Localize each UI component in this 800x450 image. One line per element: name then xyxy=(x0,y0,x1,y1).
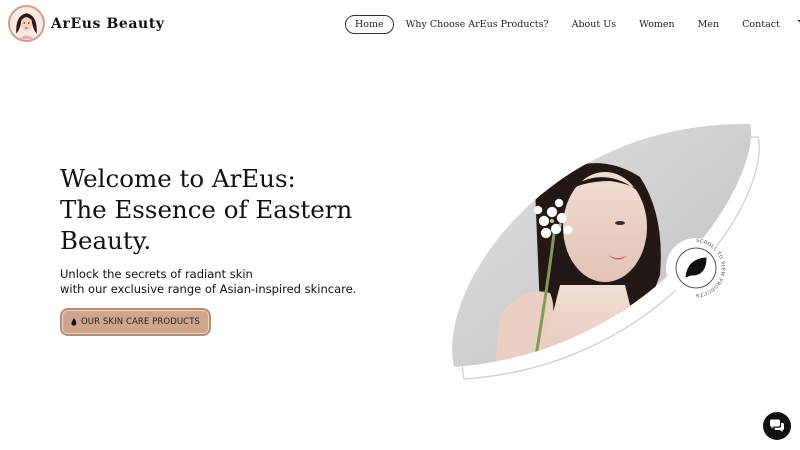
skin-care-products-label: OUR SKIN CARE PRODUCTS xyxy=(81,317,200,327)
hero-subtitle-line-1: Unlock the secrets of radiant skin xyxy=(60,267,253,281)
nav-item-home[interactable]: Home xyxy=(345,15,394,34)
chat-button[interactable] xyxy=(763,412,791,440)
hero-subtitle-line-2: with our exclusive range of Asian-inspir… xyxy=(60,282,357,296)
brand-logo[interactable]: ArEus Beauty xyxy=(8,5,165,42)
hero-title: Welcome to ArEus: The Essence of Eastern… xyxy=(60,163,360,256)
site-header: ArEus Beauty Home Why Choose ArEus Produ… xyxy=(0,0,800,50)
nav-item-contact[interactable]: Contact xyxy=(742,19,780,30)
nav-item-women[interactable]: Women xyxy=(639,19,675,30)
hero-image-area: SCROLL TO VIEW PRODUCTS xyxy=(440,115,780,395)
logo-avatar-icon xyxy=(8,5,45,42)
scroll-to-products-badge[interactable]: SCROLL TO VIEW PRODUCTS xyxy=(666,238,726,298)
brand-name: ArEus Beauty xyxy=(51,15,165,32)
skin-care-products-button[interactable]: OUR SKIN CARE PRODUCTS xyxy=(60,308,211,336)
nav-item-about-us[interactable]: About Us xyxy=(572,19,617,30)
main-nav: Home Why Choose ArEus Products? About Us… xyxy=(345,15,800,34)
chat-bubbles-icon xyxy=(770,419,784,432)
drop-icon xyxy=(71,318,77,326)
hero-title-line-1: Welcome to ArEus: xyxy=(60,164,296,193)
nav-item-men[interactable]: Men xyxy=(698,19,719,30)
hero-title-line-2: The Essence of Eastern xyxy=(60,195,353,224)
model-photo xyxy=(452,123,751,367)
hero-subtitle: Unlock the secrets of radiant skin with … xyxy=(60,267,356,297)
hero-title-line-3: Beauty. xyxy=(60,226,152,255)
nav-item-why-choose[interactable]: Why Choose ArEus Products? xyxy=(406,19,549,30)
